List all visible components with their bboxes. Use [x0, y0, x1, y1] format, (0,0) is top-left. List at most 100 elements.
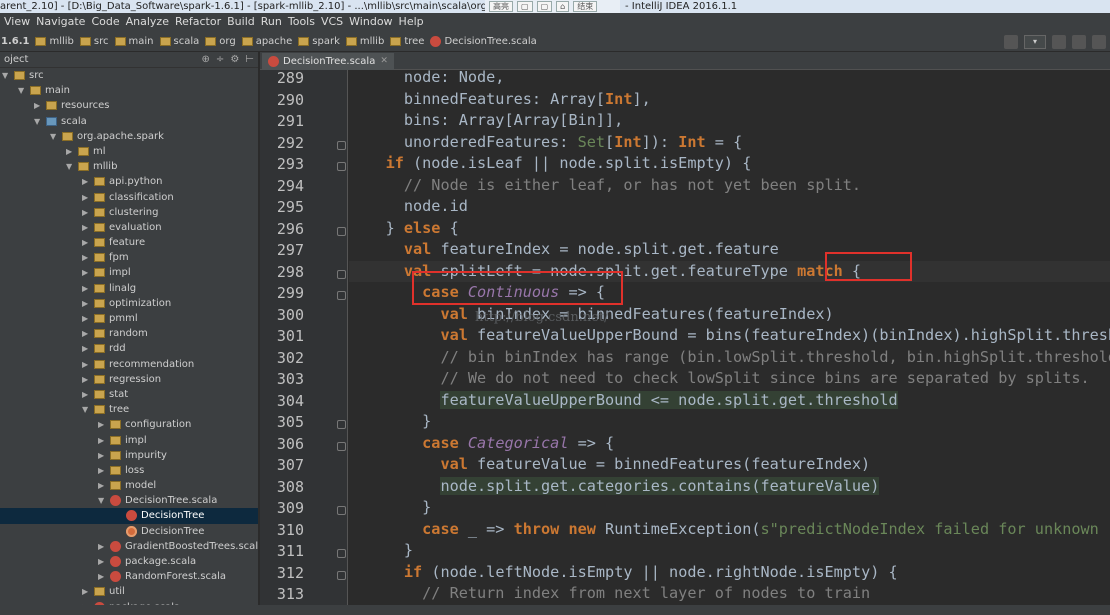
- chevron-right-icon[interactable]: ▶: [98, 569, 106, 584]
- chevron-right-icon[interactable]: ▶: [82, 296, 90, 311]
- tree-item[interactable]: ▼ tree: [0, 402, 258, 417]
- tree-item[interactable]: ▶ clustering: [0, 205, 258, 220]
- tree-item[interactable]: ▶ util: [0, 584, 258, 599]
- breadcrumb-item[interactable]: main: [114, 36, 154, 47]
- tree-item[interactable]: ▶ fpm: [0, 250, 258, 265]
- tree-item[interactable]: ▶ model: [0, 478, 258, 493]
- tree-item[interactable]: ▶ package.scala: [0, 554, 258, 569]
- build-icon[interactable]: [1004, 34, 1018, 49]
- chevron-right-icon[interactable]: ▶: [34, 98, 42, 113]
- code-line[interactable]: binnedFeatures: Array[Int],: [349, 89, 651, 111]
- chevron-right-icon[interactable]: ▶: [98, 554, 106, 569]
- chevron-right-icon[interactable]: ▶: [98, 417, 106, 432]
- tree-item[interactable]: ▼ org.apache.spark: [0, 129, 258, 144]
- code-line[interactable]: unorderedFeatures: Set[Int]): Int = {: [349, 132, 742, 154]
- tree-item[interactable]: ▶ classification: [0, 190, 258, 205]
- tree-item[interactable]: ▶ linalg: [0, 281, 258, 296]
- fold-marker-icon[interactable]: [337, 420, 346, 429]
- chevron-right-icon[interactable]: ▶: [82, 190, 90, 205]
- breadcrumb-item[interactable]: mllib: [35, 36, 74, 47]
- code-line[interactable]: node.split.get.categories.contains(featu…: [349, 476, 880, 498]
- tree-item[interactable]: ▶ impurity: [0, 448, 258, 463]
- locate-icon[interactable]: ⊕: [202, 54, 210, 65]
- collapse-icon[interactable]: ÷: [216, 54, 224, 65]
- chevron-right-icon[interactable]: ▶: [82, 357, 90, 372]
- fold-marker-icon[interactable]: [337, 226, 346, 236]
- breadcrumb-item[interactable]: spark: [298, 36, 340, 47]
- code-line[interactable]: // bin binIndex has range (bin.lowSplit.…: [349, 347, 1110, 369]
- menu-build[interactable]: Build: [224, 13, 258, 31]
- code-line[interactable]: if (node.isLeaf || node.split.isEmpty) {: [349, 153, 752, 175]
- tree-item[interactable]: DecisionTree: [0, 524, 258, 539]
- tree-item[interactable]: ▶ GradientBoostedTrees.scala: [0, 539, 258, 554]
- close-icon[interactable]: ✕: [380, 53, 388, 70]
- tree-item[interactable]: ▶ configuration: [0, 417, 258, 432]
- chevron-down-icon[interactable]: ▼: [18, 83, 26, 98]
- chevron-right-icon[interactable]: ▶: [82, 174, 90, 189]
- chevron-right-icon[interactable]: ▶: [82, 341, 90, 356]
- chevron-right-icon[interactable]: ▶: [82, 372, 90, 387]
- tree-item[interactable]: ▼ src: [0, 68, 258, 83]
- fold-marker-icon[interactable]: [337, 506, 346, 515]
- tab-decisiontree-scala[interactable]: DecisionTree.scala ✕: [262, 53, 394, 70]
- menu-code[interactable]: Code: [88, 13, 122, 31]
- code-line[interactable]: case Categorical => {: [349, 433, 614, 455]
- tree-item[interactable]: ▶ pmml: [0, 311, 258, 326]
- fold-marker-icon[interactable]: [337, 269, 346, 279]
- chevron-down-icon[interactable]: ▼: [34, 114, 42, 129]
- code-line[interactable]: case _ => throw new RuntimeException(s"p…: [349, 519, 1110, 541]
- chevron-right-icon[interactable]: ▶: [82, 584, 90, 599]
- chevron-right-icon[interactable]: ▶: [82, 281, 90, 296]
- menu-window[interactable]: Window: [346, 13, 395, 31]
- project-panel-title[interactable]: oject: [4, 54, 28, 65]
- breadcrumb-item[interactable]: org: [205, 36, 236, 47]
- chevron-right-icon[interactable]: ▶: [82, 205, 90, 220]
- fold-marker-icon[interactable]: [337, 140, 346, 150]
- chevron-right-icon[interactable]: ▶: [82, 311, 90, 326]
- code-line[interactable]: // Node is either leaf, or has not yet b…: [349, 175, 861, 197]
- tree-item[interactable]: ▶ ml: [0, 144, 258, 159]
- tree-item[interactable]: ▼ mllib: [0, 159, 258, 174]
- chevron-right-icon[interactable]: ▶: [98, 448, 106, 463]
- code-editor[interactable]: node: Node, binnedFeatures: Array[Int], …: [349, 70, 1110, 615]
- chevron-right-icon[interactable]: ▶: [82, 387, 90, 402]
- code-line[interactable]: } else {: [349, 218, 459, 240]
- fold-marker-icon[interactable]: [337, 162, 346, 171]
- tree-item[interactable]: ▼ DecisionTree.scala: [0, 493, 258, 508]
- menu-navigate[interactable]: Navigate: [33, 13, 88, 31]
- tree-item[interactable]: ▶ loss: [0, 463, 258, 478]
- menu-vcs[interactable]: VCS: [318, 13, 346, 31]
- fold-marker-icon[interactable]: [337, 549, 346, 558]
- breadcrumb-item[interactable]: scala: [159, 36, 199, 47]
- chevron-right-icon[interactable]: ▶: [98, 433, 106, 448]
- chevron-down-icon[interactable]: ▼: [66, 159, 74, 174]
- tree-item[interactable]: ▶ RandomForest.scala: [0, 569, 258, 584]
- chevron-right-icon[interactable]: ▶: [82, 220, 90, 235]
- tree-item[interactable]: ▶ api.python: [0, 174, 258, 189]
- toolbar-button-highlight[interactable]: 高亮: [489, 1, 513, 12]
- code-line[interactable]: if (node.leftNode.isEmpty || node.rightN…: [349, 562, 898, 584]
- chevron-right-icon[interactable]: ▶: [98, 463, 106, 478]
- code-line[interactable]: node: Node,: [349, 70, 505, 89]
- tree-item[interactable]: ▶ regression: [0, 372, 258, 387]
- code-line[interactable]: featureValueUpperBound <= node.split.get…: [349, 390, 898, 412]
- chevron-down-icon[interactable]: ▼: [82, 402, 90, 417]
- fold-marker-icon[interactable]: [337, 291, 346, 300]
- toolbar-button-rect-2[interactable]: ▢: [536, 1, 553, 12]
- tree-item[interactable]: ▶ stat: [0, 387, 258, 402]
- breadcrumb-item[interactable]: tree: [390, 36, 424, 47]
- tree-item[interactable]: ▶ recommendation: [0, 357, 258, 372]
- tree-item[interactable]: ▶ evaluation: [0, 220, 258, 235]
- hide-icon[interactable]: ⊢: [245, 54, 254, 65]
- chevron-right-icon[interactable]: ▶: [66, 144, 74, 159]
- menu-view[interactable]: View: [1, 13, 33, 31]
- coverage-icon[interactable]: [1092, 34, 1106, 49]
- menu-analyze[interactable]: Analyze: [123, 13, 172, 31]
- breadcrumb-item[interactable]: DecisionTree.scala: [430, 35, 537, 47]
- chevron-right-icon[interactable]: ▶: [82, 265, 90, 280]
- settings-icon[interactable]: ⚙: [230, 54, 239, 65]
- toolbar-button-end[interactable]: 结束: [573, 1, 598, 12]
- tree-item[interactable]: ▼ main: [0, 83, 258, 98]
- code-line[interactable]: }: [349, 497, 431, 519]
- chevron-down-icon[interactable]: ▼: [98, 493, 106, 508]
